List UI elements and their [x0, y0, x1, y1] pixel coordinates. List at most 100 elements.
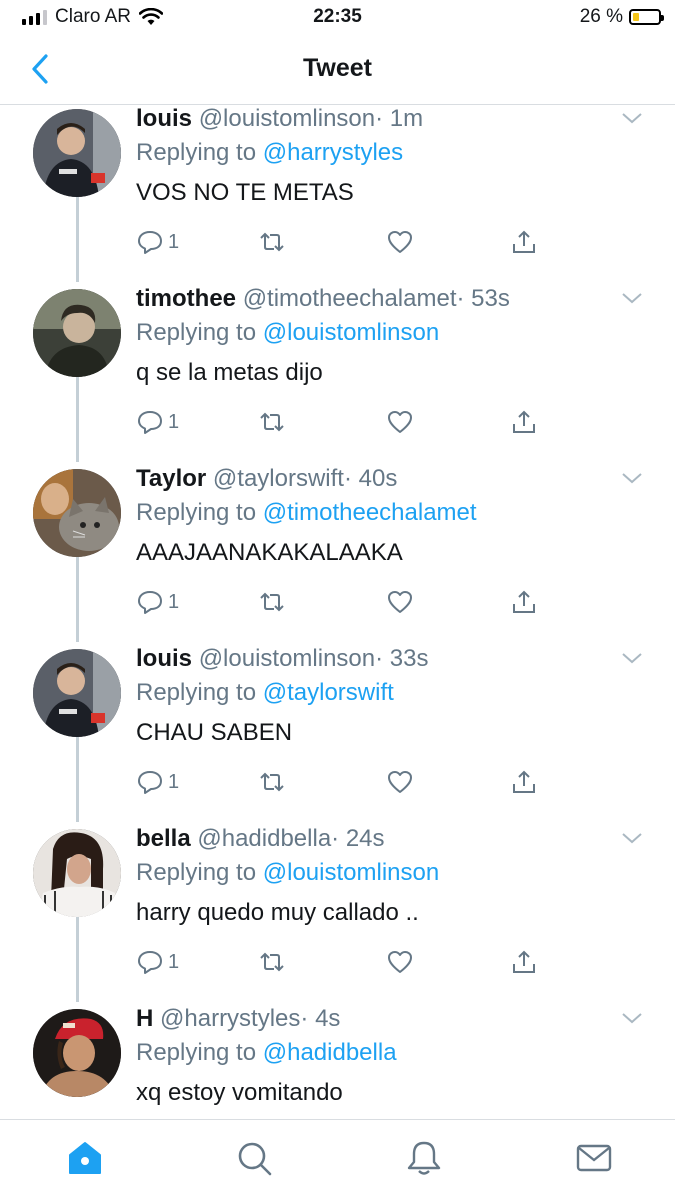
share-button[interactable] [510, 587, 538, 617]
tweet[interactable]: bella @hadidbella· 24s Replying to @loui… [0, 815, 675, 995]
tweet[interactable]: Taylor @taylorswift· 40s Replying to @ti… [0, 455, 675, 635]
reply-count: 1 [168, 590, 180, 613]
tweet[interactable]: louis @louistomlinson· 1m Replying to @h… [0, 105, 675, 275]
handle[interactable]: @louistomlinson [199, 645, 375, 672]
avatar[interactable] [33, 109, 121, 197]
like-button[interactable] [386, 407, 414, 437]
tweet-header: louis @louistomlinson· 1m [136, 105, 423, 133]
timestamp: · 53s [456, 285, 510, 312]
replying-label: Replying to [136, 139, 257, 166]
chevron-down-icon[interactable] [620, 831, 644, 845]
display-name[interactable]: louis [136, 645, 192, 672]
tweet-text: harry quedo muy callado .. [136, 899, 419, 926]
timestamp: · 40s [343, 465, 398, 492]
tweet-header: bella @hadidbella· 24s [136, 825, 385, 853]
like-button[interactable] [386, 227, 414, 257]
share-icon [513, 230, 535, 253]
tab-messages[interactable] [574, 1138, 614, 1178]
retweet-button[interactable] [258, 587, 286, 617]
replying-to: Replying to @timotheechalamet [136, 499, 477, 527]
retweet-button[interactable] [258, 227, 286, 257]
reply-button[interactable]: 1 [136, 947, 179, 977]
display-name[interactable]: louis [136, 105, 192, 132]
replying-to: Replying to @taylorswift [136, 679, 394, 707]
home-icon [69, 1142, 101, 1174]
replying-to: Replying to @harrystyles [136, 139, 403, 167]
share-button[interactable] [510, 767, 538, 797]
status-bar-right: 26 % [580, 6, 664, 28]
mention-link[interactable]: @timotheechalamet [263, 499, 477, 526]
mention-link[interactable]: @louistomlinson [263, 859, 439, 886]
like-button[interactable] [386, 767, 414, 797]
tab-home[interactable] [65, 1138, 105, 1178]
share-icon [513, 410, 535, 433]
mention-link[interactable]: @hadidbella [263, 1039, 397, 1066]
display-name[interactable]: bella [136, 825, 191, 852]
retweet-button[interactable] [258, 947, 286, 977]
handle[interactable]: @louistomlinson [199, 105, 375, 132]
like-button[interactable] [386, 947, 414, 977]
status-bar: Claro AR 22:35 26 % [0, 0, 675, 36]
reply-count: 1 [168, 950, 180, 973]
replying-to: Replying to @louistomlinson [136, 859, 439, 887]
chevron-down-icon[interactable] [620, 111, 644, 125]
mention-link[interactable]: @louistomlinson [263, 319, 439, 346]
retweet-button[interactable] [258, 407, 286, 437]
avatar[interactable] [33, 649, 121, 737]
tweet-text: VOS NO TE METAS [136, 179, 354, 206]
nav-bar: Tweet [0, 36, 675, 105]
chevron-down-icon[interactable] [620, 471, 644, 485]
reply-button[interactable]: 1 [136, 227, 179, 257]
chevron-down-icon[interactable] [620, 651, 644, 665]
mention-link[interactable]: @taylorswift [263, 679, 394, 706]
tab-notifications[interactable] [404, 1138, 444, 1178]
display-name[interactable]: H [136, 1005, 153, 1032]
tweet[interactable]: timothee @timotheechalamet· 53s Replying… [0, 275, 675, 455]
reply-button[interactable]: 1 [136, 407, 179, 437]
handle[interactable]: @timotheechalamet [243, 285, 457, 312]
timestamp: · 33s [375, 645, 429, 672]
reply-count: 1 [168, 230, 180, 253]
tweet-actions: 1 [136, 767, 556, 797]
tweet-header: H @harrystyles· 4s [136, 1005, 340, 1033]
search-icon [238, 1142, 272, 1176]
tweet-text: AAAJAANAKAKALAAKA [136, 539, 403, 566]
tweet-text: xq estoy vomitando [136, 1079, 343, 1106]
tweet-actions: 1 [136, 587, 556, 617]
share-button[interactable] [510, 947, 538, 977]
handle[interactable]: @harrystyles [160, 1005, 300, 1032]
share-button[interactable] [510, 227, 538, 257]
battery-icon [629, 9, 664, 25]
heart-icon [388, 951, 412, 973]
share-icon [513, 770, 535, 793]
replying-label: Replying to [136, 679, 257, 706]
tweet[interactable]: louis @louistomlinson· 33s Replying to @… [0, 635, 675, 815]
share-button[interactable] [510, 407, 538, 437]
avatar[interactable] [33, 289, 121, 377]
clock: 22:35 [313, 6, 362, 27]
tweet[interactable]: H @harrystyles· 4s Replying to @hadidbel… [0, 995, 675, 1119]
heart-icon [388, 591, 412, 613]
reply-button[interactable]: 1 [136, 767, 179, 797]
avatar[interactable] [33, 1009, 121, 1097]
timestamp: · 4s [300, 1005, 341, 1032]
chevron-down-icon[interactable] [620, 291, 644, 305]
like-button[interactable] [386, 587, 414, 617]
replying-to: Replying to @hadidbella [136, 1039, 397, 1067]
heart-icon [388, 771, 412, 793]
handle[interactable]: @taylorswift [213, 465, 344, 492]
avatar[interactable] [33, 829, 121, 917]
retweet-icon [260, 952, 284, 972]
display-name[interactable]: Taylor [136, 465, 206, 492]
tab-search[interactable] [234, 1138, 274, 1178]
reply-button[interactable]: 1 [136, 587, 179, 617]
display-name[interactable]: timothee [136, 285, 236, 312]
mention-link[interactable]: @harrystyles [263, 139, 403, 166]
handle[interactable]: @hadidbella [197, 825, 331, 852]
replying-label: Replying to [136, 499, 257, 526]
heart-icon [388, 231, 412, 253]
avatar[interactable] [33, 469, 121, 557]
chevron-down-icon[interactable] [620, 1011, 644, 1025]
retweet-button[interactable] [258, 767, 286, 797]
reply-icon [138, 771, 162, 794]
